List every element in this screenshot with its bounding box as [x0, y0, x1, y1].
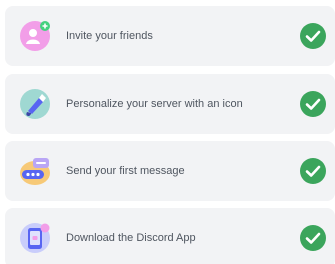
checklist-item-label: Download the Discord App: [66, 232, 196, 244]
message-bubble-icon: [20, 158, 50, 185]
check-icon: [300, 23, 326, 49]
onboarding-checklist: Invite your friends Personalize your ser…: [0, 0, 335, 264]
check-icon: [300, 225, 326, 251]
server-icon-brush-icon: [20, 89, 50, 119]
checklist-item-invite-friends[interactable]: Invite your friends: [5, 6, 335, 66]
checklist-item-download-app[interactable]: Download the Discord App: [5, 208, 335, 264]
checklist-item-personalize-server[interactable]: Personalize your server with an icon: [5, 74, 335, 134]
checklist-item-first-message[interactable]: Send your first message: [5, 141, 335, 201]
check-icon: [300, 91, 326, 117]
checklist-item-label: Invite your friends: [66, 30, 153, 42]
checklist-item-label: Personalize your server with an icon: [66, 98, 243, 110]
phone-app-icon: [20, 223, 50, 253]
invite-friends-icon: [20, 21, 50, 51]
checklist-item-label: Send your first message: [66, 165, 185, 177]
check-icon: [300, 158, 326, 184]
